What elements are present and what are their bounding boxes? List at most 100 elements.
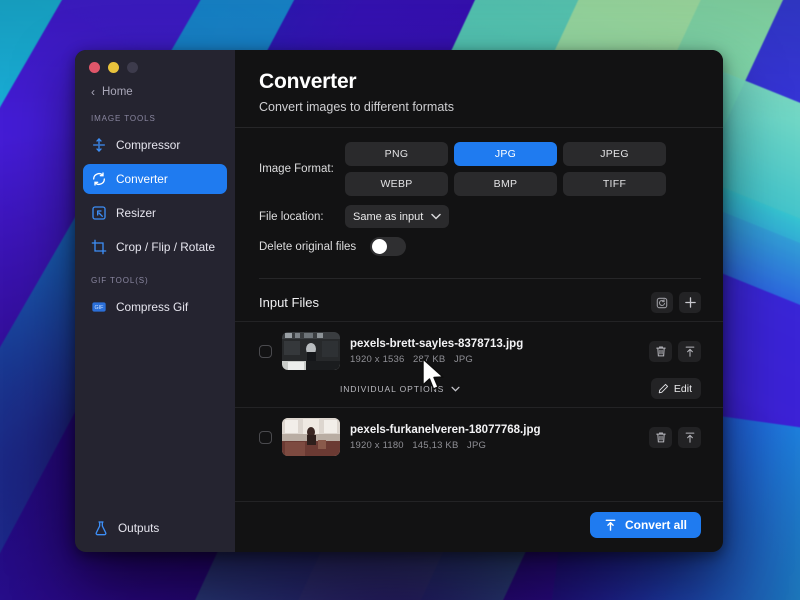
file-thumbnail bbox=[282, 332, 340, 370]
sidebar-item-label: Crop / Flip / Rotate bbox=[116, 240, 216, 254]
sidebar: ‹ Home IMAGE TOOLS Compressor Converter … bbox=[75, 50, 235, 552]
gif-icon: GIF bbox=[92, 302, 106, 312]
clear-all-button[interactable] bbox=[651, 292, 673, 313]
individual-options-line: INDIVIDUAL OPTIONS Edit bbox=[259, 378, 701, 399]
delete-original-row: Delete original files bbox=[259, 237, 701, 256]
file-select-checkbox[interactable] bbox=[259, 344, 272, 358]
export-file-button[interactable] bbox=[678, 340, 701, 362]
settings-section: Image Format: PNG JPG JPEG WEBP BMP TIFF… bbox=[235, 128, 723, 269]
table-row[interactable]: pexels-brett-sayles-8378713.jpg 1920 x 1… bbox=[235, 321, 723, 407]
add-file-button[interactable] bbox=[679, 292, 701, 313]
back-to-home-label: Home bbox=[102, 86, 133, 98]
sidebar-item-crop-flip-rotate[interactable]: Crop / Flip / Rotate bbox=[83, 232, 227, 262]
sidebar-item-outputs[interactable]: Outputs bbox=[75, 510, 235, 552]
row-actions bbox=[649, 340, 701, 362]
delete-file-button[interactable] bbox=[649, 340, 672, 362]
clear-all-icon bbox=[656, 297, 668, 308]
format-option-tiff[interactable]: TIFF bbox=[563, 172, 666, 196]
sidebar-item-compress-gif[interactable]: GIF Compress Gif bbox=[83, 292, 227, 322]
input-files-actions bbox=[651, 292, 701, 313]
file-info: pexels-brett-sayles-8378713.jpg 1920 x 1… bbox=[350, 338, 639, 365]
file-meta: 1920 x 1180 145,13 KB JPG bbox=[350, 440, 639, 451]
chevron-down-icon bbox=[431, 213, 442, 220]
page-title: Converter bbox=[259, 70, 357, 93]
file-format: JPG bbox=[467, 439, 487, 451]
file-location-value: Same as input bbox=[353, 210, 424, 223]
sidebar-item-resizer[interactable]: Resizer bbox=[83, 198, 227, 228]
file-size: 145,13 KB bbox=[412, 439, 459, 451]
add-file-icon bbox=[684, 297, 696, 308]
trash-icon bbox=[655, 431, 666, 442]
window-controls bbox=[75, 50, 235, 80]
file-meta: 1920 x 1536 287 KB JPG bbox=[350, 354, 639, 365]
sidebar-item-compressor[interactable]: Compressor bbox=[83, 130, 227, 160]
edit-button[interactable]: Edit bbox=[650, 378, 701, 399]
format-options: PNG JPG JPEG WEBP BMP TIFF bbox=[345, 142, 666, 196]
file-location-label: File location: bbox=[259, 210, 324, 223]
page-header: Converter Convert images to different fo… bbox=[235, 50, 723, 128]
section-label-image-tools: IMAGE TOOLS bbox=[91, 114, 156, 123]
back-to-home-button[interactable]: ‹ Home bbox=[75, 80, 235, 102]
sidebar-item-label: Outputs bbox=[118, 521, 160, 535]
delete-file-button[interactable] bbox=[649, 426, 672, 448]
footer-bar: Convert all bbox=[235, 501, 723, 552]
file-name: pexels-furkanelveren-18077768.jpg bbox=[350, 423, 541, 436]
desktop-background: ‹ Home IMAGE TOOLS Compressor Converter … bbox=[0, 0, 800, 600]
thumbnail-image bbox=[282, 418, 340, 456]
sidebar-item-label: Resizer bbox=[116, 206, 156, 220]
resize-icon bbox=[92, 206, 106, 220]
delete-original-toggle[interactable] bbox=[370, 237, 407, 256]
file-size: 287 KB bbox=[413, 353, 446, 365]
file-name: pexels-brett-sayles-8378713.jpg bbox=[350, 337, 524, 350]
close-button[interactable] bbox=[89, 62, 100, 73]
chevron-down-icon bbox=[451, 386, 460, 392]
format-option-webp[interactable]: WEBP bbox=[345, 172, 448, 196]
input-files-title: Input Files bbox=[259, 295, 319, 310]
upload-icon bbox=[685, 432, 694, 443]
pencil-icon bbox=[658, 383, 668, 394]
file-location-select[interactable]: Same as input bbox=[345, 205, 450, 228]
sidebar-item-converter[interactable]: Converter bbox=[83, 164, 227, 194]
image-format-row: Image Format: PNG JPG JPEG WEBP BMP TIFF bbox=[259, 142, 701, 196]
input-files-header: Input Files bbox=[235, 279, 723, 321]
sidebar-item-label: Converter bbox=[116, 172, 168, 186]
edit-label: Edit bbox=[673, 382, 692, 395]
compress-icon bbox=[93, 138, 105, 152]
format-option-jpeg[interactable]: JPEG bbox=[563, 142, 666, 166]
individual-options-toggle[interactable]: INDIVIDUAL OPTIONS bbox=[340, 384, 460, 394]
convert-all-button[interactable]: Convert all bbox=[589, 512, 701, 538]
file-dimensions: 1920 x 1536 bbox=[350, 353, 405, 365]
row-actions bbox=[649, 426, 701, 448]
image-format-label: Image Format: bbox=[259, 163, 334, 175]
flask-icon bbox=[95, 521, 107, 536]
convert-refresh-icon bbox=[93, 172, 105, 186]
file-info: pexels-furkanelveren-18077768.jpg 1920 x… bbox=[350, 424, 639, 451]
format-option-bmp[interactable]: BMP bbox=[454, 172, 557, 196]
zoom-button[interactable] bbox=[127, 62, 138, 73]
page-subtitle: Convert images to different formats bbox=[259, 100, 454, 114]
sidebar-item-label: Compress Gif bbox=[116, 300, 189, 314]
app-window: ‹ Home IMAGE TOOLS Compressor Converter … bbox=[75, 50, 723, 552]
minimize-button[interactable] bbox=[108, 62, 119, 73]
export-file-button[interactable] bbox=[678, 426, 701, 448]
thumbnail-image bbox=[282, 332, 340, 370]
upload-icon bbox=[685, 346, 694, 357]
file-format: JPG bbox=[453, 353, 474, 365]
delete-original-label: Delete original files bbox=[259, 240, 357, 253]
toggle-knob bbox=[372, 239, 388, 254]
file-thumbnail bbox=[282, 418, 340, 456]
format-option-jpg[interactable]: JPG bbox=[454, 142, 557, 166]
file-location-row: File location: Same as input bbox=[259, 205, 701, 228]
upload-icon bbox=[605, 519, 616, 531]
table-row[interactable]: pexels-furkanelveren-18077768.jpg 1920 x… bbox=[235, 407, 723, 464]
individual-options-label: INDIVIDUAL OPTIONS bbox=[340, 383, 445, 394]
file-select-checkbox[interactable] bbox=[259, 430, 272, 444]
convert-all-label: Convert all bbox=[624, 518, 687, 532]
main-panel: Converter Convert images to different fo… bbox=[235, 50, 723, 552]
crop-icon bbox=[91, 239, 107, 255]
svg-text:GIF: GIF bbox=[95, 305, 105, 311]
chevron-left-icon: ‹ bbox=[91, 85, 95, 99]
format-option-png[interactable]: PNG bbox=[345, 142, 448, 166]
sidebar-item-label: Compressor bbox=[116, 138, 181, 152]
trash-icon bbox=[655, 345, 666, 356]
